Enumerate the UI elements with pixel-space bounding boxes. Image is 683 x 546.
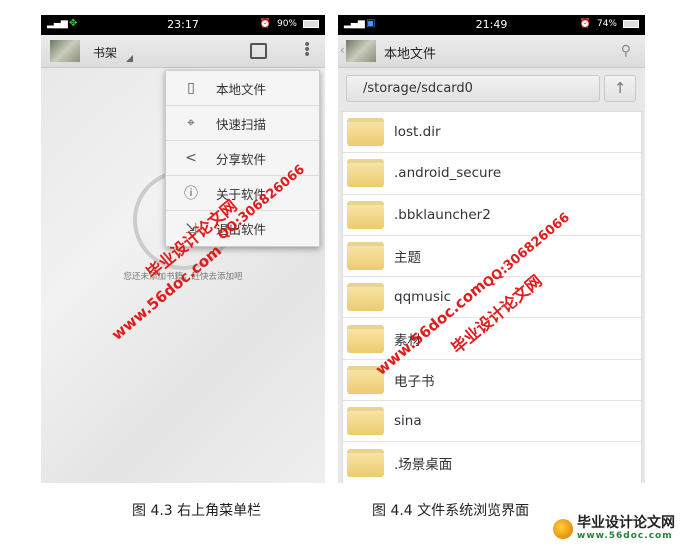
- alarm-icon: ⏰: [579, 19, 591, 29]
- folder-row[interactable]: sina: [343, 401, 641, 443]
- menu-label: 关于软件: [216, 186, 267, 202]
- folder-name: .bbklauncher2: [394, 206, 491, 223]
- app-logo[interactable]: [346, 40, 376, 62]
- folder-icon: [347, 159, 384, 188]
- logo-ball-icon: [553, 518, 573, 539]
- battery-icon: [303, 20, 319, 28]
- folder-row[interactable]: 主题: [343, 236, 641, 278]
- folder-icon: [347, 365, 384, 394]
- folder-row[interactable]: .场景桌面: [343, 442, 641, 483]
- menu-label: 本地文件: [216, 81, 267, 97]
- menu-item-local-files[interactable]: ▯ 本地文件: [166, 71, 319, 106]
- path-field[interactable]: /storage/sdcard0: [346, 75, 600, 102]
- back-icon[interactable]: ‹: [340, 43, 345, 57]
- left-phone-screen: ▂▄▆ ✥ 23:17 ⏰ 90% 书架 • • • 您还未添加书籍，赶快去添加吧 ▯…: [41, 15, 325, 483]
- info-icon: ⓘ: [184, 186, 198, 202]
- folder-icon: [347, 118, 384, 147]
- battery-icon: [623, 20, 639, 28]
- folder-icon: [347, 200, 384, 229]
- right-phone-screen: ▂▄▆ ▣ 21:49 ⏰ 74% ‹ 本地文件 ⚲ /storage/sdcar…: [338, 15, 645, 483]
- folder-icon: [347, 283, 384, 312]
- menu-label: 快速扫描: [216, 116, 267, 132]
- figure-caption-right: 图 4.4 文件系统浏览界面: [372, 503, 530, 519]
- menu-item-share[interactable]: < 分享软件: [166, 141, 319, 176]
- folder-icon: [347, 242, 384, 271]
- folder-name: 电子书: [394, 373, 435, 390]
- tablet-icon: ▯: [187, 80, 195, 96]
- figure-caption-left: 图 4.3 右上角菜单栏: [132, 503, 262, 519]
- menu-item-about[interactable]: ⓘ 关于软件: [166, 176, 319, 211]
- menu-item-quick-scan[interactable]: ⌖ 快速扫描: [166, 106, 319, 141]
- search-icon[interactable]: ⚲: [621, 43, 631, 59]
- site-logo: 毕业设计论文网 www.56doc.com: [553, 516, 675, 541]
- folder-name: qqmusic: [394, 289, 452, 306]
- alarm-icon: ⏰: [259, 19, 271, 29]
- logo-url: www.56doc.com: [577, 531, 673, 541]
- folder-name: sina: [394, 413, 422, 430]
- folder-name: lost.dir: [394, 124, 441, 141]
- edit-icon[interactable]: [250, 43, 267, 59]
- empty-shelf-text: 您还未添加书籍，赶快去添加吧: [123, 272, 243, 282]
- crosshair-icon: ⌖: [187, 115, 195, 131]
- menu-label: 退出软件: [216, 222, 267, 237]
- folder-icon: [347, 407, 384, 436]
- folder-name: .android_secure: [394, 165, 502, 182]
- folder-name: 主题: [394, 250, 421, 267]
- folder-row[interactable]: .bbklauncher2: [343, 195, 641, 236]
- page-title: 本地文件: [384, 47, 437, 62]
- overflow-menu-icon[interactable]: • • •: [303, 38, 311, 62]
- folder-row[interactable]: qqmusic: [343, 277, 641, 319]
- share-icon: <: [185, 150, 197, 166]
- folder-icon: [347, 324, 384, 353]
- folder-name: 素材: [394, 332, 421, 349]
- action-bar: 书架 • • •: [41, 35, 325, 68]
- folder-name: .场景桌面: [394, 456, 453, 473]
- status-bar: ▂▄▆ ✥ 23:17 ⏰ 90%: [41, 15, 325, 35]
- battery-text: 90%: [276, 19, 297, 29]
- folder-row[interactable]: 素材: [343, 318, 641, 360]
- shelf-title[interactable]: 书架: [93, 44, 117, 61]
- app-logo[interactable]: [50, 40, 80, 62]
- exit-icon: ⇲: [185, 220, 197, 237]
- status-bar: ▂▄▆ ▣ 21:49 ⏰ 74%: [338, 15, 645, 35]
- parent-folder-button[interactable]: ↑: [604, 75, 636, 102]
- folder-row[interactable]: 电子书: [343, 360, 641, 402]
- action-bar: ‹ 本地文件 ⚲: [338, 35, 645, 68]
- menu-label: 分享软件: [216, 151, 267, 167]
- folder-row[interactable]: lost.dir: [343, 112, 641, 154]
- dropdown-icon[interactable]: [126, 55, 133, 62]
- overflow-menu: ▯ 本地文件 ⌖ 快速扫描 < 分享软件 ⓘ 关于软件 ⇲ 退出软件: [165, 70, 320, 247]
- folder-icon: [347, 448, 384, 477]
- menu-item-exit[interactable]: ⇲ 退出软件: [166, 211, 319, 246]
- folder-row[interactable]: .android_secure: [343, 153, 641, 195]
- folder-list: lost.dir .android_secure .bbklauncher2 主题 qq…: [342, 111, 642, 483]
- logo-name: 毕业设计论文网: [577, 515, 675, 531]
- battery-text: 74%: [596, 19, 617, 29]
